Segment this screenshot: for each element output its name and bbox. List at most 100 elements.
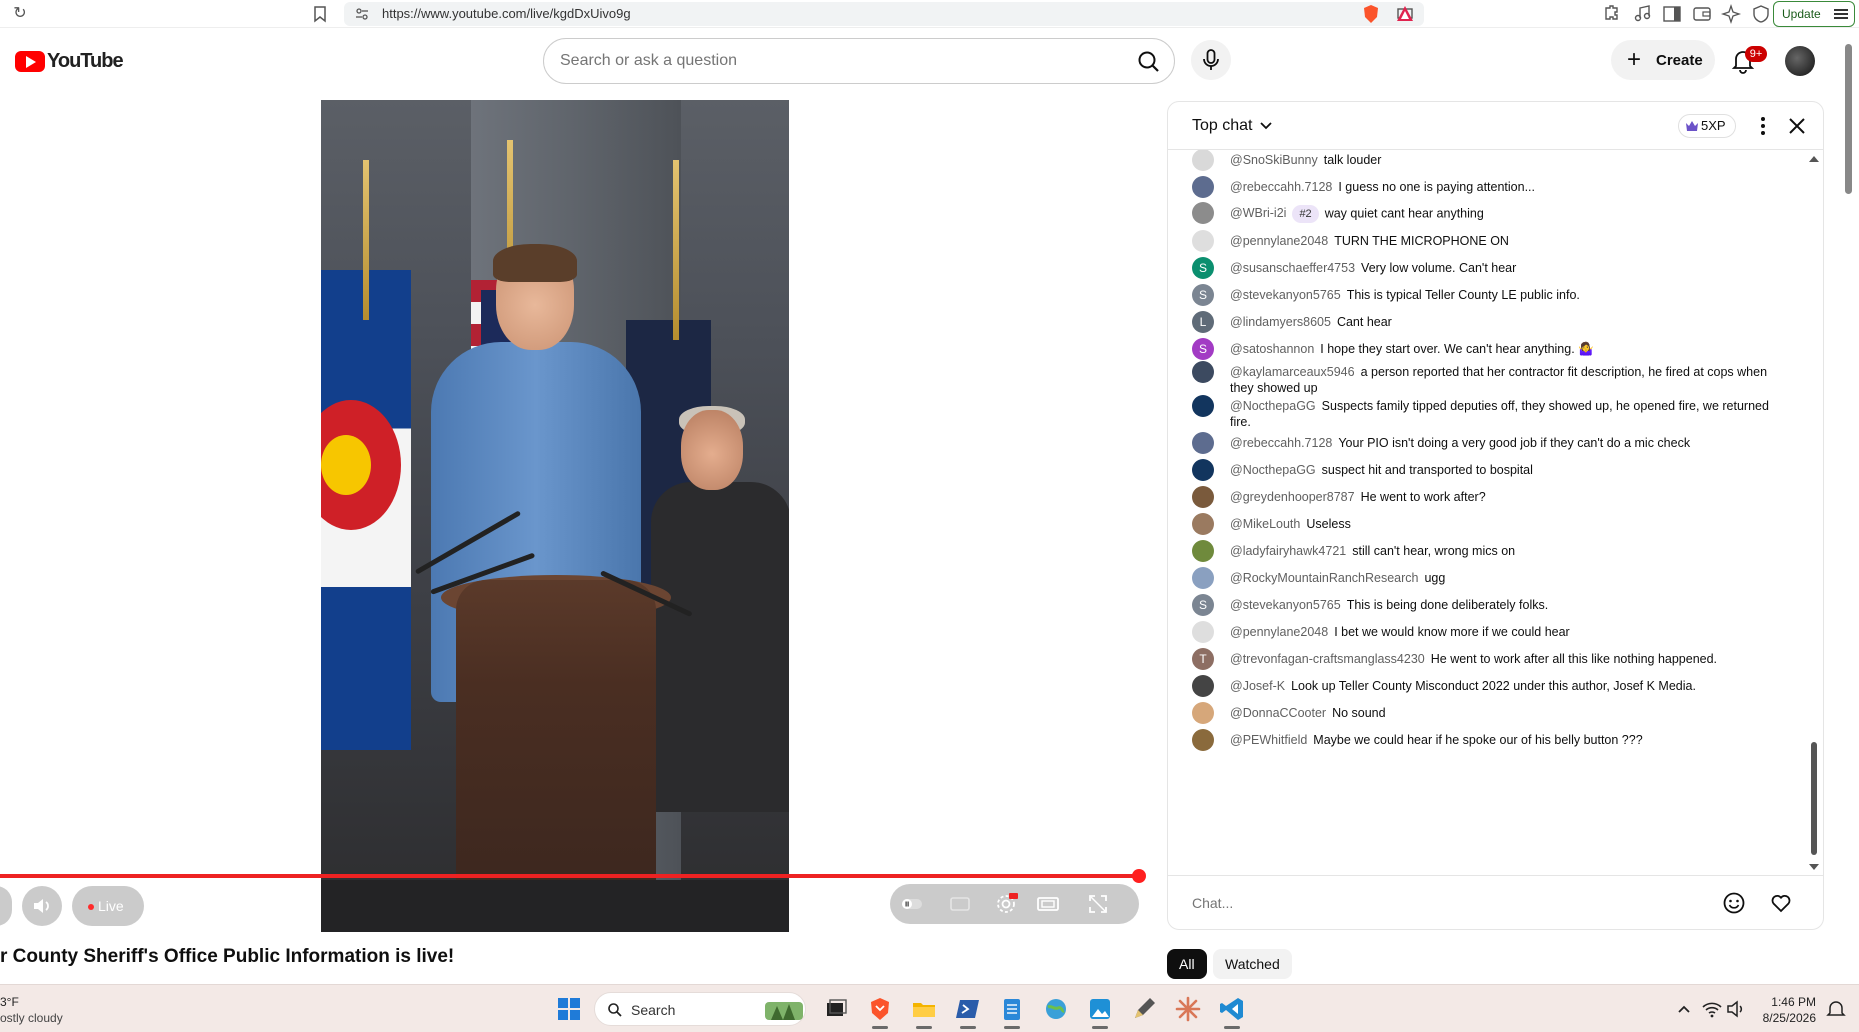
claude-app-icon[interactable] [1174,995,1202,1023]
settings-gear-icon[interactable] [994,892,1018,916]
chat-author-name[interactable]: @MikeLouth [1230,517,1300,531]
chat-message-list[interactable]: @SnoSkiBunny talk louder @rebeccahh.7128 I … [1168,150,1808,866]
search-icon[interactable] [1132,45,1166,79]
weather-temperature[interactable]: 3°F [0,995,19,1009]
chat-author-avatar[interactable]: S [1192,338,1214,360]
chat-author-avatar[interactable] [1192,176,1214,198]
site-settings-icon[interactable] [354,6,370,22]
powershell-icon[interactable] [954,995,982,1023]
weather-description[interactable]: ostly cloudy [0,1011,63,1025]
chat-author-name[interactable]: @SnoSkiBunny [1230,153,1318,167]
subtitles-icon[interactable] [948,892,972,916]
taskbar-search[interactable]: Search [594,992,806,1026]
bookmark-icon[interactable] [310,4,330,24]
live-progress-bar[interactable] [0,874,1141,878]
autoplay-toggle-icon[interactable] [900,892,924,916]
fullscreen-icon[interactable] [1086,892,1110,916]
chevron-up-icon[interactable] [1670,995,1698,1023]
brave-shield-icon[interactable] [1360,3,1382,25]
speaker-icon[interactable] [1722,995,1750,1023]
chat-author-avatar[interactable]: S [1192,594,1214,616]
chat-input[interactable] [1192,888,1712,918]
search-input[interactable] [560,49,1100,73]
chat-author-avatar[interactable] [1192,540,1214,562]
chat-author-name[interactable]: @stevekanyon5765 [1230,598,1341,612]
chat-author-name[interactable]: @NocthераGG [1230,399,1316,413]
chat-author-name[interactable]: @DonnaCCooter [1230,706,1326,720]
chat-author-avatar[interactable] [1192,567,1214,589]
chat-author-avatar[interactable] [1192,361,1214,383]
chat-author-name[interactable]: @rebeccahh.7128 [1230,180,1332,194]
address-bar[interactable]: https://www.youtube.com/live/kgdDxUivo9g [344,2,1424,26]
filter-chip-all[interactable]: All [1167,949,1207,979]
chat-author-avatar[interactable] [1192,230,1214,252]
file-explorer-icon[interactable] [910,995,938,1023]
live-button[interactable]: Live [72,886,144,926]
globe-app-icon[interactable] [1042,995,1070,1023]
scroll-up-icon[interactable] [1808,154,1820,164]
chat-author-avatar[interactable] [1192,432,1214,454]
chat-author-name[interactable]: @satoshannon [1230,342,1314,356]
chat-author-name[interactable]: @RockyMountainRanchResearch [1230,571,1418,585]
page-scrollbar-thumb[interactable] [1845,44,1852,194]
menu-icon[interactable] [1834,9,1848,19]
brave-rewards-icon[interactable] [1394,3,1416,25]
more-options-icon[interactable] [1751,114,1775,138]
chat-author-avatar[interactable] [1192,621,1214,643]
windows-start-icon[interactable] [555,995,583,1023]
system-clock-date[interactable]: 8/25/2026 [1750,1011,1816,1025]
wallet-icon[interactable] [1691,3,1713,25]
chat-author-name[interactable]: @lindamyers8605 [1230,315,1331,329]
video-player[interactable] [0,100,1151,932]
chat-author-avatar[interactable] [1192,675,1214,697]
chat-author-avatar[interactable] [1192,395,1214,417]
account-avatar[interactable] [1785,46,1815,76]
volume-button[interactable] [22,886,62,926]
close-icon[interactable] [1785,114,1809,138]
chat-author-avatar[interactable] [1192,202,1214,224]
create-button[interactable]: + Create [1611,40,1715,80]
chat-author-avatar[interactable] [1192,459,1214,481]
chat-author-name[interactable]: @PEWhitfield [1230,733,1307,747]
chat-author-name[interactable]: @ladyfairyhawk4721 [1230,544,1346,558]
microphone-icon[interactable] [1191,40,1231,80]
system-clock-time[interactable]: 1:46 PM [1760,995,1816,1009]
chat-author-name[interactable]: @susanschaeffer4753 [1230,261,1355,275]
chat-author-name[interactable]: @kaylamarceaux5946 [1230,365,1355,379]
chat-author-avatar[interactable]: S [1192,284,1214,306]
chat-author-avatar[interactable] [1192,729,1214,751]
chat-author-avatar[interactable] [1192,513,1214,535]
chat-author-name[interactable]: @WBri-i2i [1230,206,1286,220]
chat-author-avatar[interactable]: S [1192,257,1214,279]
chat-author-name[interactable]: @trevonfagan-craftsmanglass4230 [1230,652,1425,666]
media-icon[interactable] [1632,3,1654,25]
theater-mode-icon[interactable] [1036,892,1060,916]
sidebar-icon[interactable] [1661,3,1683,25]
chat-author-avatar[interactable] [1192,702,1214,724]
chat-mode-selector[interactable]: Top chat [1192,117,1252,135]
pen-tool-icon[interactable] [1130,995,1158,1023]
notepad-icon[interactable] [998,995,1026,1023]
reload-icon[interactable]: ↻ [10,4,30,24]
extensions-icon[interactable] [1600,3,1622,25]
leo-ai-icon[interactable] [1720,3,1742,25]
chat-author-avatar[interactable]: T [1192,648,1214,670]
heart-icon[interactable] [1768,890,1794,916]
scroll-down-icon[interactable] [1808,862,1820,872]
chat-author-name[interactable]: @greydenhooper8787 [1230,490,1355,504]
chat-author-name[interactable]: @stevekanyon5765 [1230,288,1341,302]
chat-author-name[interactable]: @Josef-K [1230,679,1285,693]
photos-icon[interactable] [1086,995,1114,1023]
xp-chip[interactable]: 5XP [1678,114,1736,138]
brave-browser-icon[interactable] [866,995,894,1023]
youtube-logo[interactable]: YouTube [15,49,124,73]
chevron-down-icon[interactable] [1258,118,1274,134]
filter-chip-watched[interactable]: Watched [1213,949,1292,979]
chat-author-name[interactable]: @pennylane2048 [1230,234,1328,248]
chat-author-name[interactable]: @NocthераGG [1230,463,1316,477]
task-view-icon[interactable] [822,995,850,1023]
notification-center-icon[interactable] [1822,995,1850,1023]
chat-author-avatar[interactable] [1192,486,1214,508]
chat-author-name[interactable]: @pennylane2048 [1230,625,1328,639]
video-frame[interactable] [321,100,789,932]
